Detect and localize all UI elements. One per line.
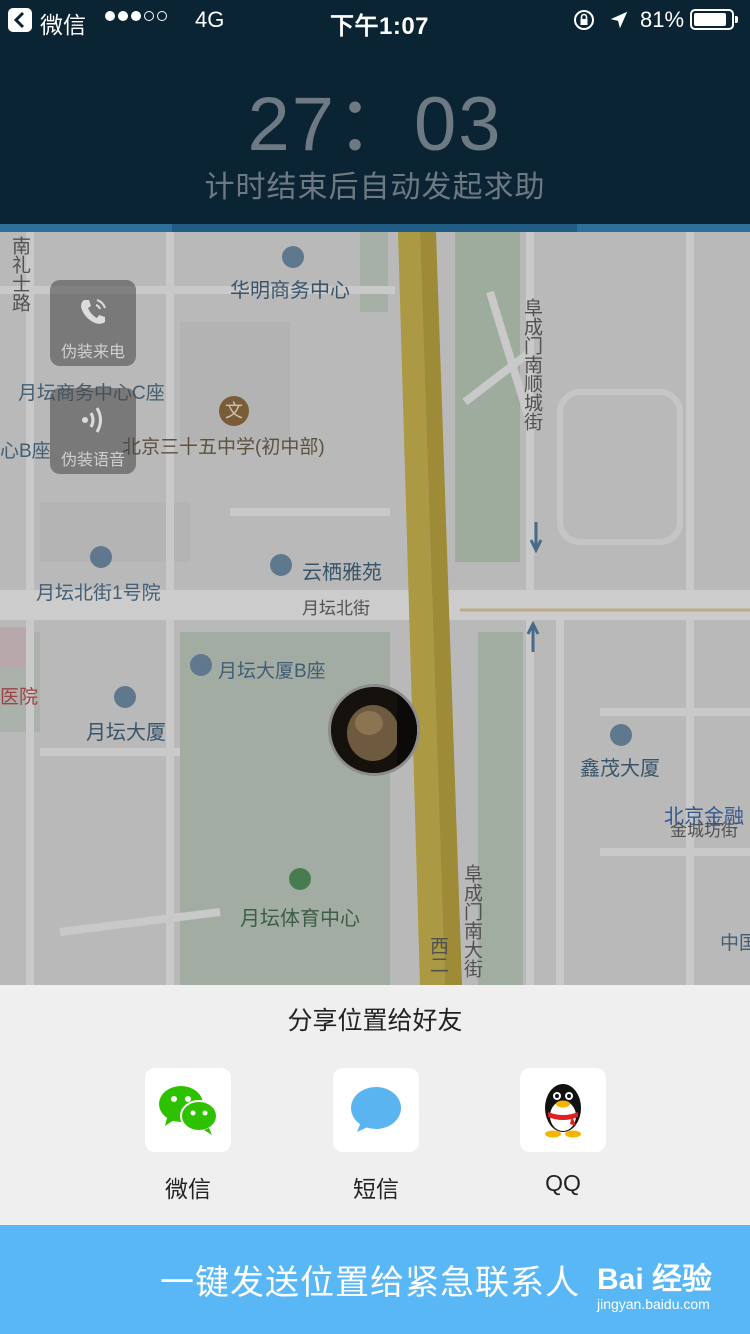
share-qq-label: QQ [545, 1170, 581, 1196]
rotation-lock-icon [574, 10, 594, 30]
fake-voice-label: 伪装语音 [60, 452, 125, 469]
watermark-url: jingyan.baidu.com [596, 1296, 710, 1312]
fake-call-button[interactable]: 伪装来电 [50, 280, 136, 366]
battery-icon [690, 9, 738, 30]
countdown-digits: 27：03 [247, 82, 503, 167]
countdown-progress-bar [0, 224, 750, 232]
user-location-avatar[interactable] [328, 684, 420, 776]
share-wechat-button[interactable]: 微信 [145, 1068, 231, 1204]
countdown-subtitle: 计时结束后自动发起求助 [204, 171, 546, 204]
sms-tile[interactable] [333, 1068, 419, 1152]
clock: 下午1:07 [330, 13, 430, 40]
share-qq-button[interactable]: QQ [520, 1068, 606, 1197]
phone-icon [81, 299, 106, 324]
signal-strength-icon [105, 11, 167, 21]
qq-icon [545, 1084, 581, 1138]
share-sms-button[interactable]: 短信 [333, 1068, 419, 1204]
back-icon[interactable] [8, 8, 32, 32]
wechat-icon [159, 1086, 218, 1135]
share-title: 分享位置给好友 [287, 1007, 463, 1035]
sms-icon [351, 1087, 401, 1132]
return-app-label[interactable]: 微信 [40, 6, 86, 40]
share-sheet: 分享位置给好友 微信 短信 QQ [0, 985, 750, 1225]
watermark-brand: Bai 经验 [596, 1263, 712, 1296]
send-location-label: 一键发送位置给紧急联系人 [160, 1264, 580, 1302]
avatar-image [331, 687, 417, 773]
share-sms-label: 短信 [353, 1176, 399, 1202]
status-bar: 微信 4G 下午1:07 81% [0, 0, 750, 40]
qq-tile[interactable] [520, 1068, 606, 1152]
fake-voice-button[interactable]: 伪装语音 [50, 388, 136, 474]
battery-percent: 81% [640, 7, 685, 32]
sound-wave-icon [82, 407, 102, 433]
share-wechat-label: 微信 [165, 1176, 211, 1202]
wechat-tile[interactable] [145, 1068, 231, 1152]
baidu-watermark: Bai 经验 jingyan.baidu.com [597, 1254, 712, 1312]
fake-call-label: 伪装来电 [60, 344, 125, 361]
network-type: 4G [195, 7, 225, 32]
map-view[interactable]: 南礼士路 华明商务中心 阜成门南顺城街 月坛商务中心C座 心B座 文 北京三十五… [0, 232, 750, 985]
location-arrow-icon [610, 11, 628, 29]
